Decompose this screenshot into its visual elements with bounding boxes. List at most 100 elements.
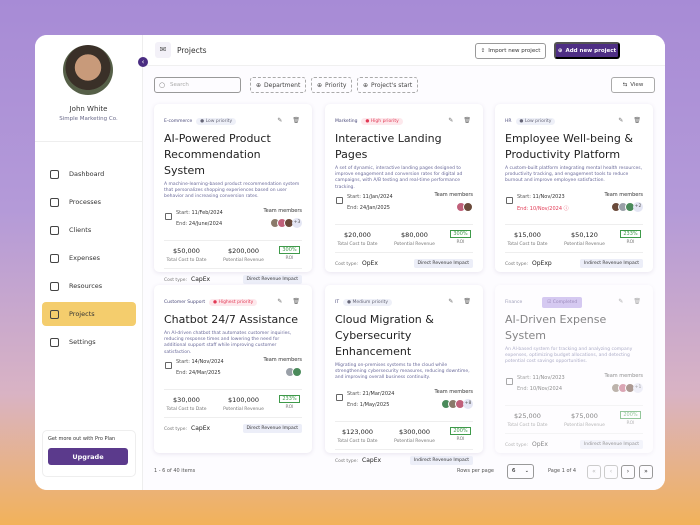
cost-label: Total Cost to Date <box>166 407 207 412</box>
rows-value: 6 <box>512 468 516 474</box>
add-project-button[interactable]: ⊕ Add new project <box>554 42 620 59</box>
potential-revenue: $75,000 <box>571 412 598 420</box>
project-card[interactable]: HR ● Low priority ✎ 🗑 Employee Well-being … <box>495 104 653 272</box>
total-cost: $123,000 <box>341 428 373 436</box>
team-member-avatar <box>292 367 302 377</box>
prev-page-button[interactable]: ‹ <box>604 465 618 479</box>
department-tag: E-commerce <box>164 118 193 124</box>
project-title: Cloud Migration & Cybersecurity Enhancem… <box>335 313 434 358</box>
project-card[interactable]: E-commerce ● Low priority ✎ 🗑 AI-Powered P… <box>154 104 312 284</box>
priority-badge: ☑ Completed <box>542 296 583 308</box>
project-description: Migrating on-premises systems to the clo… <box>335 363 470 381</box>
trash-icon[interactable]: 🗑 <box>633 117 641 124</box>
projects-icon: ✉ <box>155 42 171 58</box>
project-start-filter[interactable]: ⊕ Project's start <box>357 77 419 93</box>
trash-icon[interactable]: 🗑 <box>292 298 300 305</box>
first-page-button[interactable]: « <box>587 465 601 479</box>
priority-badge: ● High priority <box>361 117 403 125</box>
edit-icon[interactable]: ✎ <box>448 117 453 124</box>
end-date: 1/May/2025 <box>359 402 390 408</box>
project-card[interactable]: Marketing ● High priority ✎ 🗑 Interactive … <box>325 104 483 272</box>
end-label: End: <box>347 402 359 408</box>
potential-revenue: $200,000 <box>227 247 259 255</box>
project-description: An AI-based system for tracking and anal… <box>505 347 633 365</box>
cost-label: Total Cost to Date <box>337 242 378 247</box>
plus-circle-icon: ⊕ <box>557 47 563 54</box>
project-title: Interactive Landing Pages <box>335 132 442 161</box>
trash-icon[interactable]: 🗑 <box>292 117 300 124</box>
calendar-icon <box>506 378 513 385</box>
upgrade-button[interactable]: Upgrade <box>48 448 128 465</box>
calendar-icon <box>336 197 343 204</box>
priority-badge: ● Low priority <box>196 117 237 125</box>
chevron-down-icon: ⌄ <box>524 468 529 474</box>
start-label: Start: <box>176 210 190 216</box>
clients-icon <box>50 225 59 235</box>
dashboard-icon <box>50 169 59 179</box>
edit-icon[interactable]: ✎ <box>448 298 453 305</box>
project-card[interactable]: Finance ☑ Completed ✎ 🗑 AI-Driven Expense … <box>495 285 653 453</box>
priority-label: Low priority <box>205 118 233 124</box>
end-label: End: <box>517 386 529 392</box>
cost-label: Total Cost to Date <box>507 242 548 247</box>
page-indicator: Page 1 of 4 <box>548 468 577 474</box>
department-filter[interactable]: ⊕ Department <box>250 77 307 93</box>
roi-label: ROI <box>626 421 635 426</box>
team-members-label: Team members <box>604 192 643 198</box>
sidebar-item-settings[interactable]: Settings <box>42 330 136 354</box>
impact-tag: Indirect Revenue Impact <box>409 455 473 465</box>
sidebar-item-projects[interactable]: Projects <box>42 302 136 326</box>
priority-label: Medium priority <box>352 299 389 305</box>
roi-badge: 300% <box>279 246 300 254</box>
trash-icon[interactable]: 🗑 <box>633 298 641 305</box>
roi-label: ROI <box>285 256 294 261</box>
total-cost: $50,000 <box>173 247 200 255</box>
revenue-label: Potential Revenue <box>223 407 264 412</box>
priority-badge: ● Highest priority <box>209 298 258 306</box>
end-date: 24/Jan/2025 <box>359 205 390 211</box>
search-input[interactable]: Search <box>154 77 241 93</box>
department-tag: HR <box>505 118 512 124</box>
import-project-button[interactable]: ⇪ Import new project <box>475 43 546 59</box>
project-description: A set of dynamic, interactive landing pa… <box>335 166 463 190</box>
rows-per-page-label: Rows per page <box>457 468 494 474</box>
roi-label: ROI <box>456 437 465 442</box>
end-label: End: <box>347 205 359 211</box>
priority-badge: ● Medium priority <box>343 298 393 306</box>
revenue-label: Potential Revenue <box>394 439 435 444</box>
promo-text: Get more out with Pro Plan <box>48 436 116 442</box>
upload-icon: ⇪ <box>480 48 486 54</box>
potential-revenue: $100,000 <box>227 396 259 404</box>
priority-filter[interactable]: ⊕ Priority <box>311 77 353 93</box>
project-card[interactable]: Customer Support ● Highest priority ✎ 🗑 Ch… <box>154 285 312 453</box>
rows-per-page-select[interactable]: 6 ⌄ <box>507 464 534 479</box>
edit-icon[interactable]: ✎ <box>618 298 623 305</box>
next-page-button[interactable]: › <box>621 465 635 479</box>
start-date: 14/Nov/2024 <box>191 359 224 365</box>
project-card[interactable]: IT ● Medium priority ✎ 🗑 Cloud Migration &… <box>325 285 483 465</box>
start-label: Start: <box>176 359 190 365</box>
sidebar-item-clients[interactable]: Clients <box>42 218 136 242</box>
more-members-count: +1 <box>633 383 643 393</box>
edit-icon[interactable]: ✎ <box>277 298 282 305</box>
sidebar-item-resources[interactable]: Resources <box>42 274 136 298</box>
edit-icon[interactable]: ✎ <box>618 117 623 124</box>
last-page-button[interactable]: » <box>639 465 653 479</box>
trash-icon[interactable]: 🗑 <box>463 298 471 305</box>
sidebar-item-label: Projects <box>69 310 95 318</box>
projects-icon <box>50 309 59 319</box>
edit-icon[interactable]: ✎ <box>277 117 282 124</box>
cost-type-label: Cost type: <box>164 426 188 432</box>
priority-badge: ● Low priority <box>515 117 556 125</box>
potential-revenue: $300,000 <box>398 428 430 436</box>
sidebar-item-expenses[interactable]: Expenses <box>42 246 136 270</box>
settings-icon <box>50 337 59 347</box>
sliders-icon: ⇆ <box>622 82 628 88</box>
trash-icon[interactable]: 🗑 <box>463 117 471 124</box>
import-label: Import new project <box>488 48 541 54</box>
calendar-icon <box>336 394 343 401</box>
view-button[interactable]: ⇆ View <box>611 77 655 93</box>
sidebar-item-dashboard[interactable]: Dashboard <box>42 162 136 186</box>
collapse-sidebar-button[interactable]: ‹ <box>138 57 148 67</box>
sidebar-item-processes[interactable]: Processes <box>42 190 136 214</box>
